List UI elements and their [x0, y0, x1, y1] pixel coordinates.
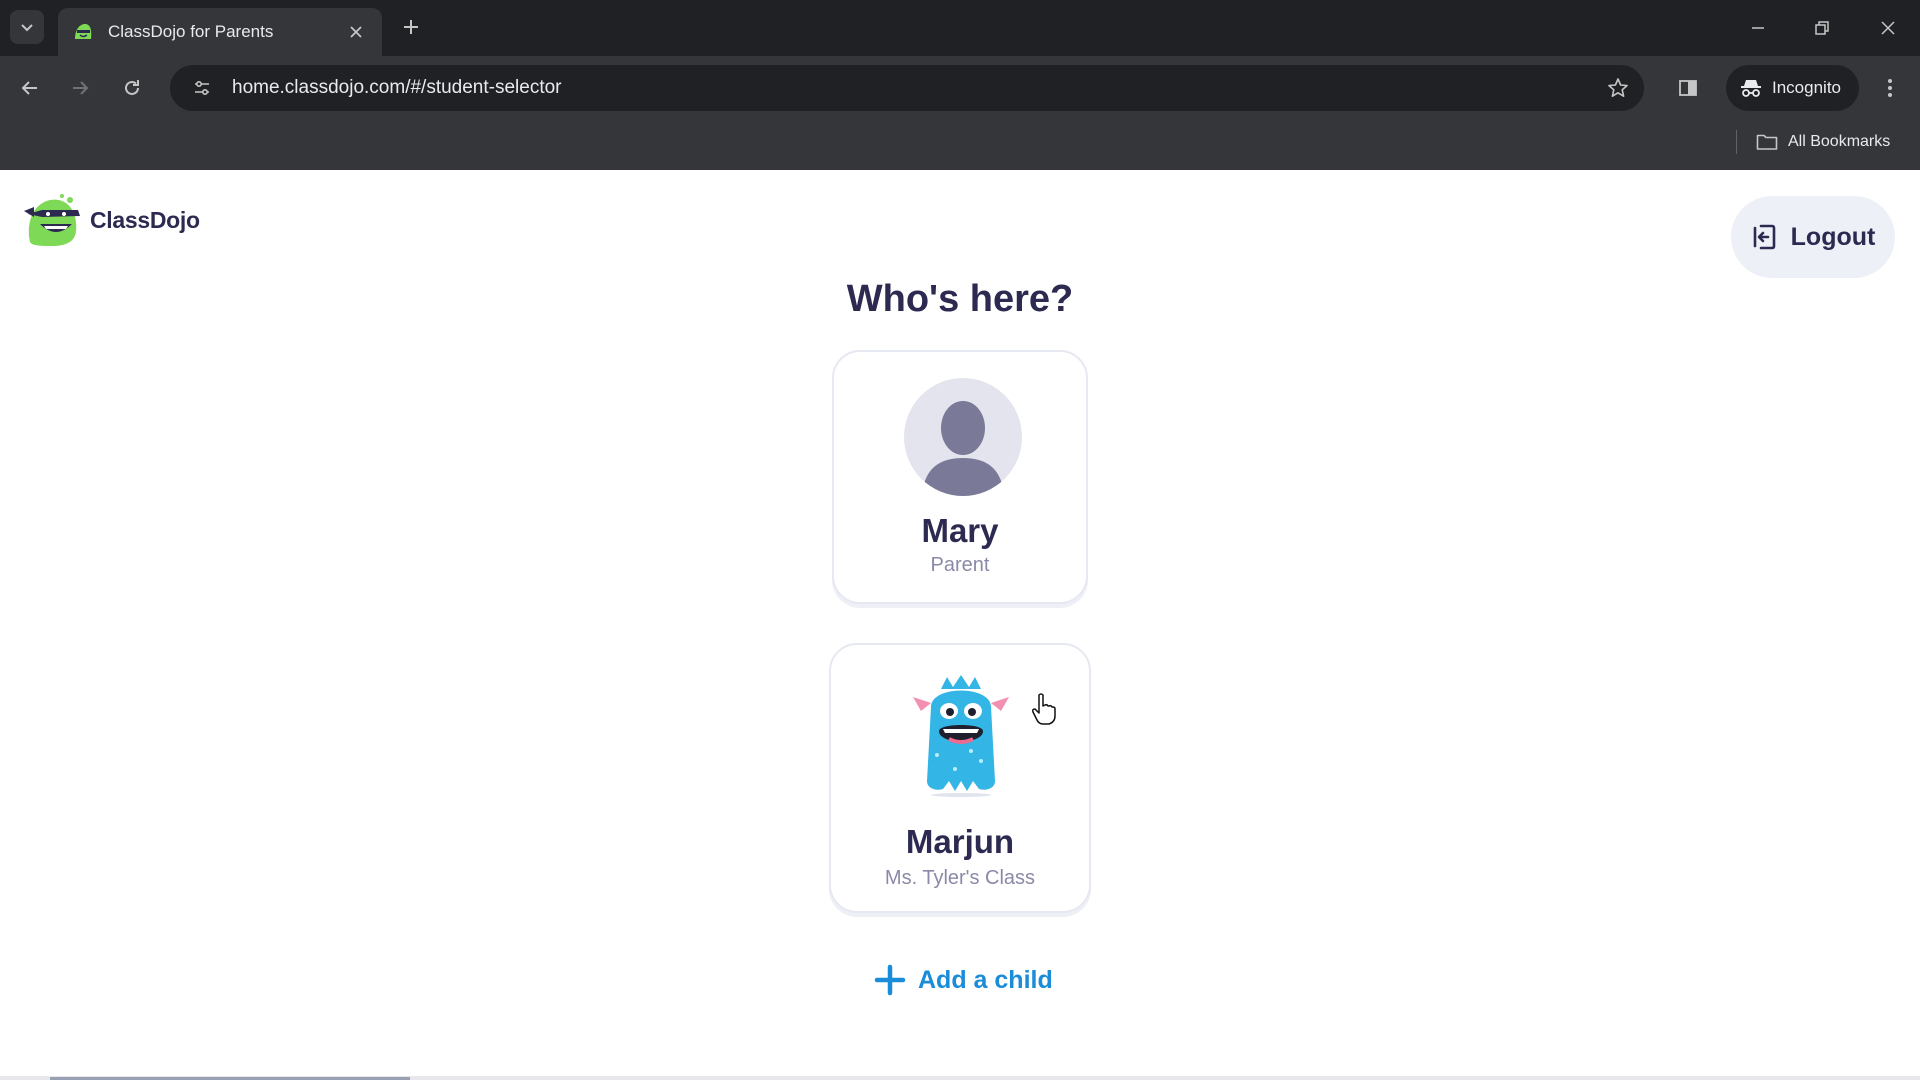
logout-icon	[1753, 224, 1775, 250]
minimize-button[interactable]	[1740, 10, 1776, 46]
plus-icon	[874, 964, 906, 996]
forward-button[interactable]	[62, 70, 98, 106]
side-panel-icon	[1679, 80, 1697, 96]
logout-label: Logout	[1790, 222, 1876, 251]
classdojo-favicon-icon	[75, 24, 92, 39]
url-text[interactable]: home.classdojo.com/#/student-selector	[232, 77, 1600, 99]
browser-menu-button[interactable]	[1872, 70, 1908, 106]
page-content: ClassDojo Logout Who's here? Mary Parent	[0, 170, 1920, 1080]
site-info-button[interactable]	[182, 68, 222, 108]
arrow-left-icon	[21, 81, 37, 95]
restore-button[interactable]	[1804, 10, 1840, 46]
back-button[interactable]	[12, 70, 48, 106]
reload-button[interactable]	[114, 70, 150, 106]
profile-card-child[interactable]: Marjun Ms. Tyler's Class	[829, 643, 1091, 913]
close-icon	[1881, 21, 1895, 35]
folder-icon	[1756, 134, 1778, 150]
logo-text: ClassDojo	[90, 206, 200, 233]
close-window-button[interactable]	[1870, 10, 1906, 46]
plus-icon	[404, 20, 418, 34]
logout-button[interactable]: Logout	[1731, 196, 1895, 278]
more-vert-icon	[1888, 79, 1892, 97]
profile-name: Marjun	[905, 823, 1015, 860]
close-icon	[350, 26, 362, 38]
address-bar[interactable]: home.classdojo.com/#/student-selector	[170, 65, 1644, 111]
monster-avatar-icon	[913, 675, 1009, 797]
star-icon	[1608, 78, 1628, 97]
tune-icon	[195, 80, 209, 96]
avatar	[904, 378, 1022, 496]
profile-card-parent[interactable]: Mary Parent	[832, 350, 1088, 604]
side-panel-button[interactable]	[1670, 70, 1706, 106]
browser-tab-bar: ClassDojo for Parents	[0, 0, 1920, 56]
add-child-label: Add a child	[918, 965, 1053, 994]
bookmark-star-button[interactable]	[1600, 70, 1636, 106]
incognito-label: Incognito	[1772, 78, 1841, 97]
tab-search-button[interactable]	[10, 10, 44, 44]
restore-icon	[1815, 21, 1829, 35]
person-silhouette-icon	[922, 401, 1004, 496]
tab-close-button[interactable]	[344, 20, 368, 44]
classdojo-logo[interactable]: ClassDojo	[22, 192, 200, 248]
tab-title: ClassDojo for Parents	[108, 22, 274, 41]
profile-class: Ms. Tyler's Class	[884, 867, 1036, 889]
classdojo-mascot-icon	[24, 194, 80, 246]
page-title: Who's here?	[846, 278, 1074, 320]
bookmarks-divider	[1736, 130, 1737, 154]
profile-role: Parent	[930, 554, 990, 576]
add-child-button[interactable]: Add a child	[874, 960, 1053, 1000]
browser-tab-active[interactable]: ClassDojo for Parents	[58, 8, 382, 56]
hand-pointer-cursor-icon	[1032, 693, 1056, 725]
bookmarks-bar: All Bookmarks	[0, 120, 1920, 170]
minimize-icon	[1752, 27, 1764, 29]
incognito-indicator[interactable]: Incognito	[1726, 65, 1859, 111]
chevron-down-icon	[21, 24, 33, 32]
reload-icon	[125, 80, 139, 95]
browser-toolbar: home.classdojo.com/#/student-selector In…	[0, 56, 1920, 120]
all-bookmarks-button[interactable]: All Bookmarks	[1756, 126, 1890, 158]
all-bookmarks-label: All Bookmarks	[1788, 133, 1891, 150]
profile-name: Mary	[921, 512, 999, 549]
incognito-icon	[1741, 80, 1761, 97]
new-tab-button[interactable]	[396, 12, 426, 42]
arrow-right-icon	[73, 81, 89, 95]
